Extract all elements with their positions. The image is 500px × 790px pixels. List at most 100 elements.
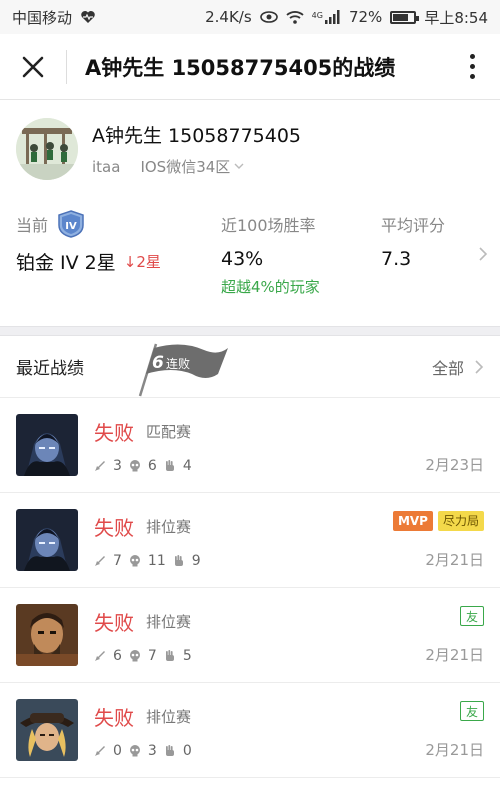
svg-text:IV: IV — [65, 221, 77, 232]
assists-count: 9 — [191, 552, 201, 569]
kills-count: 0 — [113, 742, 122, 759]
clock: 早上8:54 — [424, 8, 488, 27]
rank-value: 铂金 IV 2星 — [16, 252, 116, 274]
hero-portrait — [16, 699, 78, 761]
chevron-right-icon — [479, 246, 488, 261]
winrate-stat: 近100场胜率 43% 超越4%的玩家 — [221, 210, 381, 297]
more-dots-icon — [469, 54, 475, 59]
more-menu-button[interactable] — [444, 54, 500, 79]
streak-flag-icon: 6 连败 — [138, 343, 228, 397]
skull-icon — [129, 649, 140, 661]
kills-count: 7 — [113, 552, 122, 569]
deaths-count: 6 — [147, 457, 157, 474]
match-list: 失败 匹配赛 3 6 4 2月23日 失败 排位赛 7 11 9 MVP 尽力局… — [0, 398, 500, 778]
match-badges: 友 — [459, 700, 484, 725]
winrate-note: 超越4%的玩家 — [221, 278, 320, 296]
match-result: 失败 — [94, 610, 134, 635]
section-divider — [0, 326, 500, 336]
hero-portrait — [16, 509, 78, 571]
heart-monitor-icon — [81, 11, 95, 23]
deaths-count: 3 — [147, 742, 157, 759]
score-label: 平均评分 — [381, 216, 446, 235]
recent-header: 最近战绩 6 连败 全部 — [0, 336, 500, 398]
match-type: 排位赛 — [146, 707, 192, 726]
stats-row[interactable]: 当前 IV 铂金 IV 2星 ↓2星 近100场胜率 43% 超越4%的玩家 平… — [16, 210, 488, 297]
mvp-badge: MVP — [392, 510, 433, 531]
rank-change: ↓2星 — [123, 253, 161, 271]
winrate-value: 43% — [221, 248, 264, 270]
match-type: 排位赛 — [146, 517, 192, 536]
signal-icon — [324, 10, 340, 24]
match-result: 失败 — [94, 705, 134, 730]
score-value: 7.3 — [381, 248, 412, 270]
hand-icon — [165, 459, 174, 471]
kills-count: 6 — [113, 647, 122, 664]
match-type: 排位赛 — [146, 612, 192, 631]
winrate-label: 近100场胜率 — [221, 216, 316, 235]
assists-count: 0 — [182, 742, 192, 759]
chevron-right-icon — [475, 359, 484, 374]
match-date: 2月23日 — [425, 455, 484, 474]
hand-icon — [165, 744, 174, 756]
sword-icon — [95, 460, 105, 471]
close-icon — [22, 56, 44, 77]
match-date: 2月21日 — [425, 550, 484, 569]
carrier-label: 中国移动 — [12, 8, 73, 27]
player-name: A钟先生 15058775405 — [92, 125, 302, 147]
match-result: 失败 — [94, 420, 134, 445]
page-title: A钟先生 15058775405的战绩 — [85, 55, 396, 80]
match-row[interactable]: 失败 匹配赛 3 6 4 2月23日 — [0, 398, 500, 493]
kills-count: 3 — [113, 457, 122, 474]
chevron-down-icon — [234, 163, 244, 169]
match-date: 2月21日 — [425, 645, 484, 664]
match-date: 2月21日 — [425, 740, 484, 759]
rank-stat: 当前 IV 铂金 IV 2星 ↓2星 — [16, 210, 221, 297]
profile-card: A钟先生 15058775405 itaa IOS微信34区 当前 IV 铂金 … — [0, 100, 500, 326]
status-bar: 中国移动 2.4K/s 4G 72% 早上8:54 — [0, 0, 500, 34]
match-badges: MVP 尽力局 — [392, 510, 484, 535]
player-account: itaa — [92, 157, 121, 176]
match-badges: 友 — [459, 605, 484, 630]
battery-icon — [390, 10, 420, 24]
match-row[interactable]: 失败 排位赛 7 11 9 MVP 尽力局 2月21日 — [0, 493, 500, 588]
sword-icon — [95, 745, 105, 756]
nav-bar: A钟先生 15058775405的战绩 — [0, 34, 500, 100]
battery-percent: 72% — [348, 8, 383, 26]
skull-icon — [129, 744, 140, 756]
sword-icon — [95, 555, 105, 566]
streak-count: 6 — [152, 353, 164, 373]
friend-badge: 友 — [459, 700, 484, 721]
effort-badge: 尽力局 — [437, 510, 484, 531]
server-label: IOS微信34区 — [140, 158, 231, 176]
hero-portrait — [16, 604, 78, 666]
net-speed-label: 2.4K/s — [205, 8, 252, 26]
recent-title: 最近战绩 — [16, 359, 84, 379]
close-button[interactable] — [0, 34, 66, 100]
assists-count: 5 — [182, 647, 192, 664]
sword-icon — [95, 650, 105, 661]
match-type: 匹配赛 — [146, 422, 192, 441]
match-row[interactable]: 失败 排位赛 0 3 0 友 2月21日 — [0, 683, 500, 778]
eye-icon — [259, 11, 278, 23]
score-stat: 平均评分 7.3 — [381, 210, 478, 297]
wifi-icon — [286, 11, 304, 24]
network-type-label: 4G — [311, 10, 323, 20]
deaths-count: 11 — [147, 552, 166, 569]
avatar[interactable] — [16, 118, 78, 180]
server-selector[interactable]: IOS微信34区 — [140, 156, 244, 177]
view-all-label: 全部 — [431, 358, 464, 378]
match-result: 失败 — [94, 515, 134, 540]
rank-label: 当前 — [16, 216, 49, 235]
view-all-button[interactable]: 全部 — [432, 355, 484, 379]
hand-icon — [174, 554, 183, 566]
assists-count: 4 — [182, 457, 192, 474]
skull-icon — [129, 554, 140, 566]
hero-portrait — [16, 414, 78, 476]
streak-label: 连败 — [166, 356, 190, 371]
friend-badge: 友 — [459, 605, 484, 626]
match-row[interactable]: 失败 排位赛 6 7 5 友 2月21日 — [0, 588, 500, 683]
skull-icon — [129, 459, 140, 471]
hand-icon — [165, 649, 174, 661]
deaths-count: 7 — [147, 647, 157, 664]
rank-badge-icon: IV — [58, 210, 84, 238]
